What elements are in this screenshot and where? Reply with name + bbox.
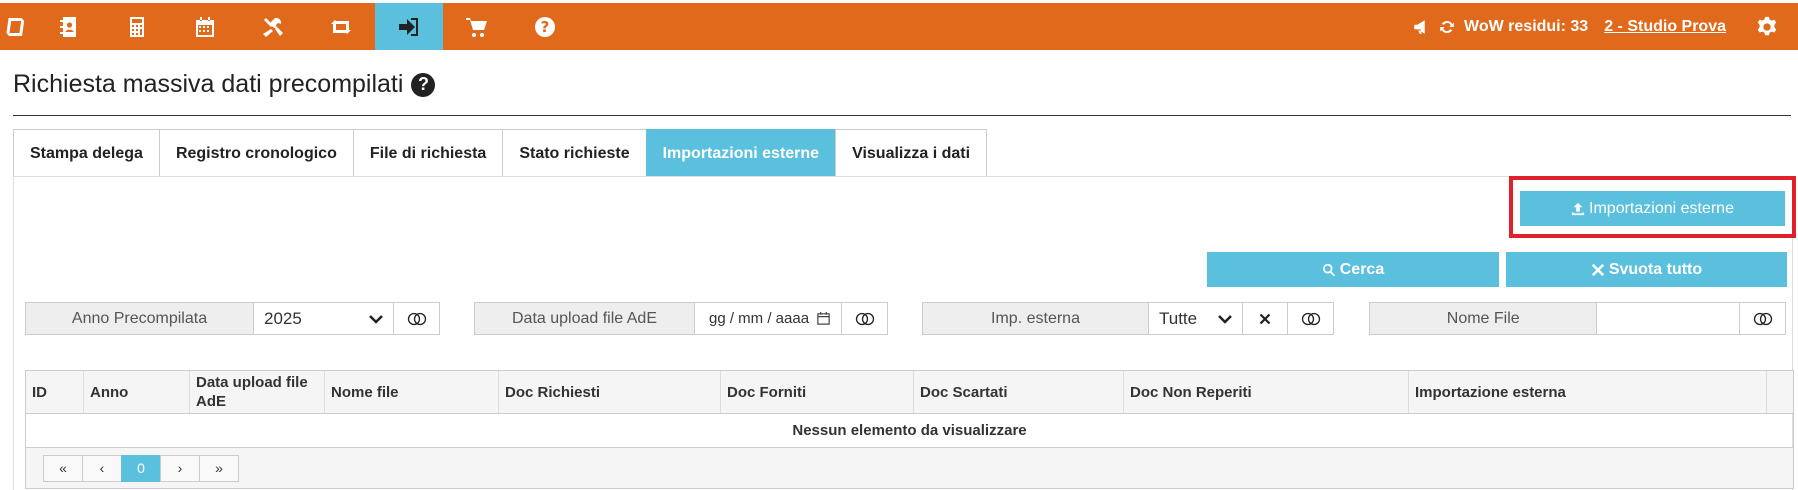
sign-in-icon[interactable] [375, 3, 443, 50]
filter-anno-precompilata: Anno Precompilata 2025 [25, 302, 440, 335]
tab-bar: Stampa delega Registro cronologico File … [13, 129, 988, 177]
pager: « ‹ 0 › » [26, 448, 1793, 488]
filter-anno-label: Anno Precompilata [26, 303, 254, 334]
topbar-status: WoW residui: 33 2 - Studio Prova [1412, 3, 1798, 50]
toggle-icon[interactable] [394, 303, 439, 334]
pager-next-button[interactable]: › [160, 454, 200, 482]
pager-prev-button[interactable]: ‹ [82, 454, 122, 482]
calculator-icon[interactable] [103, 3, 171, 50]
help-circle-icon[interactable]: ? [411, 72, 436, 97]
pager-last-button[interactable]: » [199, 454, 239, 482]
grid-header: ID Anno Data upload file AdE Nome file D… [26, 371, 1793, 414]
column-header-data-upload[interactable]: Data upload file AdE [190, 371, 325, 413]
tab-file-di-richiesta[interactable]: File di richiesta [352, 129, 504, 177]
megaphone-icon[interactable] [1412, 18, 1430, 36]
imp-esterna-select-value: Tutte [1159, 308, 1198, 328]
tab-registro-cronologico[interactable]: Registro cronologico [158, 129, 354, 177]
retweet-icon[interactable] [307, 3, 375, 50]
page-title: Richiesta massiva dati precompilati ? [13, 70, 436, 99]
tab-stato-richieste[interactable]: Stato richieste [502, 129, 647, 177]
column-header-importazione-esterna[interactable]: Importazione esterna [1409, 371, 1767, 413]
filter-imp-esterna-label: Imp. esterna [923, 303, 1149, 334]
filter-data-upload: Data upload file AdE gg / mm / aaaa [474, 302, 888, 335]
chevron-down-icon [369, 311, 383, 331]
tools-icon[interactable] [239, 3, 307, 50]
studio-link[interactable]: 2 - Studio Prova [1604, 18, 1726, 36]
tab-visualizza-i-dati[interactable]: Visualizza i dati [835, 129, 988, 177]
book-icon[interactable] [0, 3, 35, 50]
svg-text:?: ? [541, 18, 550, 36]
clear-icon[interactable] [1243, 303, 1288, 334]
column-header-nome-file[interactable]: Nome file [325, 371, 499, 413]
cerca-button[interactable]: Cerca [1207, 252, 1499, 287]
close-icon [1591, 263, 1604, 276]
anno-select-value: 2025 [264, 308, 302, 328]
pager-current-page[interactable]: 0 [121, 454, 161, 482]
top-navbar: ? WoW residui: 33 2 - Studio Prova [0, 3, 1798, 50]
cart-icon[interactable] [443, 3, 511, 50]
filter-nome-file-label: Nome File [1370, 303, 1598, 334]
column-header-doc-forniti[interactable]: Doc Forniti [721, 371, 914, 413]
column-header-doc-non-reperiti[interactable]: Doc Non Reperiti [1124, 371, 1409, 413]
calendar-icon[interactable] [171, 3, 239, 50]
nome-file-input[interactable] [1597, 303, 1741, 334]
calendar-small-icon[interactable] [816, 311, 831, 330]
upload-icon [1571, 202, 1585, 215]
search-icon [1322, 263, 1335, 276]
refresh-icon[interactable] [1438, 18, 1456, 36]
anno-select[interactable]: 2025 [254, 303, 394, 334]
imp-esterna-select[interactable]: Tutte [1149, 303, 1243, 334]
question-icon[interactable]: ? [511, 3, 579, 50]
wow-residui-label: WoW residui: 33 [1464, 17, 1589, 35]
pager-first-button[interactable]: « [43, 454, 83, 482]
title-divider [13, 115, 1791, 116]
empty-message: Nessun elemento da visualizzare [26, 414, 1793, 448]
toggle-icon[interactable] [1740, 303, 1785, 334]
tab-stampa-delega[interactable]: Stampa delega [13, 129, 160, 177]
filter-data-upload-label: Data upload file AdE [475, 303, 695, 334]
data-upload-date-input[interactable]: gg / mm / aaaa [695, 303, 842, 334]
date-placeholder: gg / mm / aaaa [709, 310, 810, 327]
page-title-text: Richiesta massiva dati precompilati [13, 70, 404, 98]
toggle-icon[interactable] [1288, 303, 1333, 334]
column-header-doc-richiesti[interactable]: Doc Richiesti [499, 371, 721, 413]
tab-importazioni-esterne[interactable]: Importazioni esterne [645, 129, 837, 177]
gear-icon[interactable] [1756, 16, 1778, 38]
importazioni-esterne-label: Importazioni esterne [1589, 199, 1734, 217]
svuota-tutto-button[interactable]: Svuota tutto [1506, 252, 1787, 287]
column-header-anno[interactable]: Anno [84, 371, 190, 413]
filter-imp-esterna: Imp. esterna Tutte [922, 302, 1334, 335]
cerca-label: Cerca [1339, 260, 1385, 278]
importazioni-esterne-button[interactable]: Importazioni esterne [1520, 191, 1785, 226]
column-header-doc-scartati[interactable]: Doc Scartati [914, 371, 1124, 413]
chevron-down-icon [1218, 311, 1232, 331]
contacts-icon[interactable] [35, 3, 103, 50]
toggle-icon[interactable] [842, 303, 887, 334]
results-grid: ID Anno Data upload file AdE Nome file D… [25, 370, 1794, 489]
filter-nome-file: Nome File [1369, 302, 1786, 335]
column-header-id[interactable]: ID [26, 371, 84, 413]
svuota-tutto-label: Svuota tutto [1608, 260, 1703, 278]
